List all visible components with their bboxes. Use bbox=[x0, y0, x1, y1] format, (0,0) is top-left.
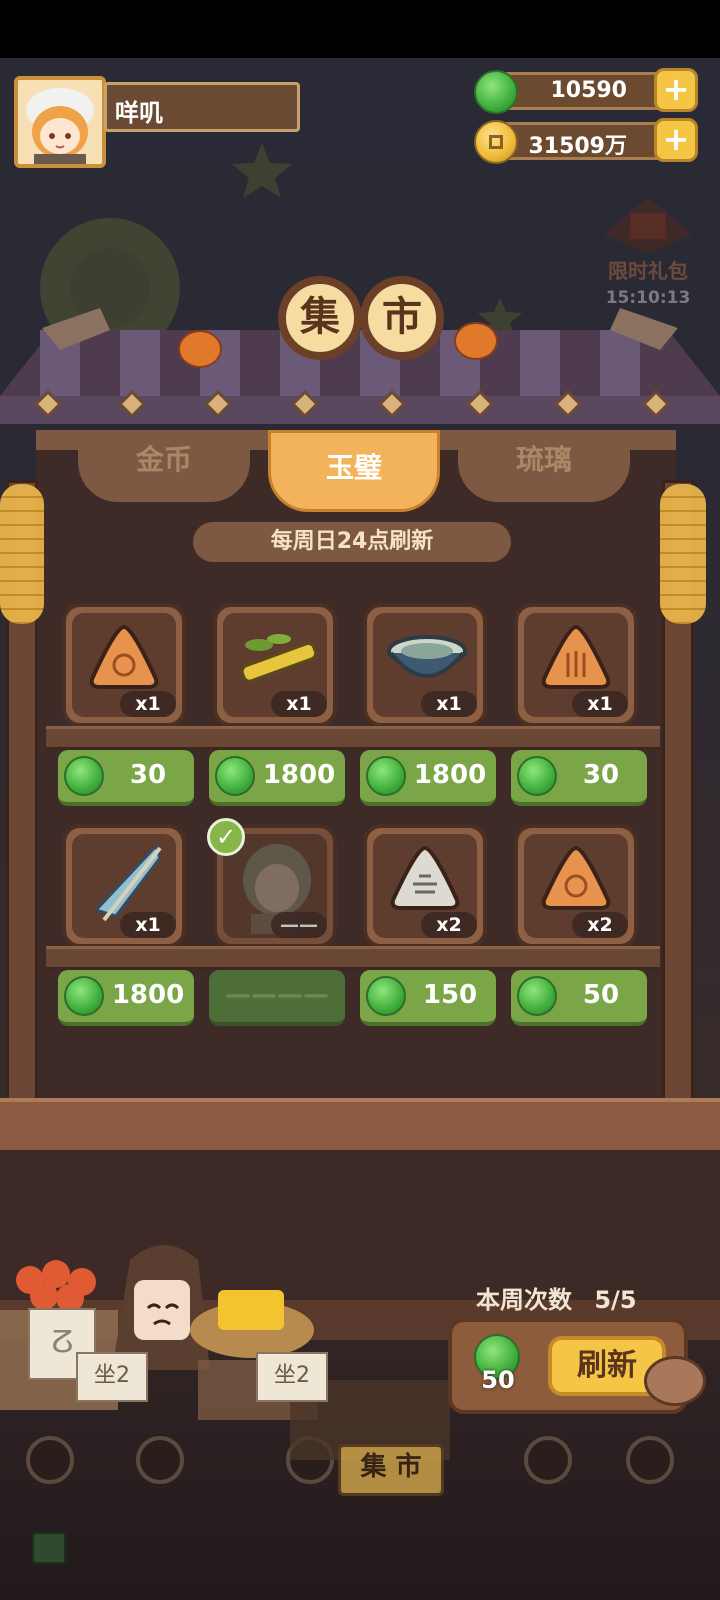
item-slot-3[interactable]: x1 bbox=[363, 603, 487, 727]
jade-icon bbox=[64, 756, 104, 796]
player-name-bar: 咩叽 bbox=[104, 82, 300, 132]
jade-icon bbox=[366, 976, 406, 1016]
tab-gold[interactable]: 金币 bbox=[78, 430, 250, 502]
price-value: 50 bbox=[582, 980, 620, 1010]
girl-portrait-icon bbox=[18, 80, 102, 164]
item-slot-8[interactable]: x2 bbox=[514, 824, 638, 948]
item-qty: —— bbox=[271, 912, 327, 938]
gift-chest-icon bbox=[604, 197, 692, 253]
price-value: ———— bbox=[225, 980, 329, 1010]
price-value: 1800 bbox=[413, 760, 487, 790]
item-qty: x2 bbox=[421, 912, 477, 938]
tab-glaze[interactable]: 琉璃 bbox=[458, 430, 630, 502]
corn-decoration-right bbox=[660, 484, 706, 624]
price-button-2[interactable]: 1800 bbox=[209, 750, 345, 806]
item-slot-7[interactable]: x2 bbox=[363, 824, 487, 948]
stall-sign-right: 坐2 bbox=[256, 1352, 328, 1402]
porcelain-bowl-icon bbox=[387, 635, 467, 678]
chat-icon[interactable] bbox=[32, 1532, 66, 1564]
item-qty: x1 bbox=[120, 691, 176, 717]
price-value: 1800 bbox=[262, 760, 336, 790]
orange-triangle-token-icon bbox=[541, 845, 611, 910]
item-slot-2[interactable]: x1 bbox=[213, 603, 337, 727]
status-bar bbox=[0, 0, 720, 58]
stall-sign-left: 坐2 bbox=[76, 1352, 148, 1402]
stall-counter bbox=[0, 1098, 720, 1157]
tab-jade[interactable]: 玉璧 bbox=[268, 430, 440, 512]
price-value: 30 bbox=[129, 760, 167, 790]
jade-icon bbox=[474, 70, 518, 114]
persimmon-icon bbox=[454, 322, 498, 360]
item-qty: x2 bbox=[572, 912, 628, 938]
weekly-count-value: 5/5 bbox=[594, 1286, 637, 1314]
price-button-1[interactable]: 30 bbox=[58, 750, 194, 806]
limited-gift-button[interactable]: 限时礼包 bbox=[600, 195, 696, 285]
price-value: 30 bbox=[582, 760, 620, 790]
item-qty: x1 bbox=[120, 912, 176, 938]
item-slot-1[interactable]: x1 bbox=[62, 603, 186, 727]
jade-icon bbox=[517, 756, 557, 796]
item-qty: x1 bbox=[421, 691, 477, 717]
price-button-4[interactable]: 30 bbox=[511, 750, 647, 806]
shelf-1 bbox=[46, 726, 660, 750]
pet-mascot-icon bbox=[644, 1356, 706, 1406]
item-slot-4[interactable]: x1 bbox=[514, 603, 638, 727]
title-char-shi: 市 bbox=[360, 276, 444, 360]
weekly-count: 本周次数 5/5 bbox=[476, 1280, 637, 1315]
add-coins-button[interactable]: + bbox=[654, 118, 698, 162]
shelf-2 bbox=[46, 946, 660, 970]
price-button-8[interactable]: 50 bbox=[511, 970, 647, 1026]
item-qty: x1 bbox=[572, 691, 628, 717]
bamboo-branch-icon bbox=[240, 634, 318, 683]
market-signboard: 集 市 bbox=[338, 1444, 444, 1496]
weekly-count-label: 本周次数 bbox=[476, 1286, 572, 1314]
jade-icon bbox=[64, 976, 104, 1016]
jade-icon bbox=[366, 756, 406, 796]
jade-icon bbox=[215, 756, 255, 796]
check-icon: ✓ bbox=[207, 818, 245, 856]
weekly-refresh-note: 每周日24点刷新 bbox=[193, 522, 511, 562]
coin-amount: 31509万 bbox=[528, 134, 627, 159]
title-char-ji: 集 bbox=[278, 276, 362, 360]
price-value: 150 bbox=[422, 980, 478, 1010]
coin-icon bbox=[474, 120, 518, 164]
item-qty: x1 bbox=[271, 691, 327, 717]
add-jade-button[interactable]: + bbox=[654, 68, 698, 112]
refresh-cost: 50 bbox=[481, 1366, 515, 1394]
price-button-6-sold: ———— bbox=[209, 970, 345, 1026]
price-button-7[interactable]: 150 bbox=[360, 970, 496, 1026]
item-slot-5[interactable]: x1 bbox=[62, 824, 186, 948]
gift-label: 限时礼包 bbox=[608, 259, 688, 283]
corn-decoration-left bbox=[0, 484, 44, 624]
player-name: 咩叽 bbox=[115, 99, 163, 127]
player-avatar[interactable] bbox=[14, 76, 106, 168]
white-triangle-token-icon bbox=[390, 845, 460, 910]
jade-icon bbox=[517, 976, 557, 1016]
price-button-3[interactable]: 1800 bbox=[360, 750, 496, 806]
orange-triangle-token-icon bbox=[89, 624, 159, 689]
price-button-5[interactable]: 1800 bbox=[58, 970, 194, 1026]
price-value: 1800 bbox=[111, 980, 185, 1010]
jade-amount: 10590 bbox=[550, 78, 627, 103]
persimmon-icon bbox=[178, 330, 222, 368]
orange-triangle-token-icon bbox=[541, 624, 611, 689]
